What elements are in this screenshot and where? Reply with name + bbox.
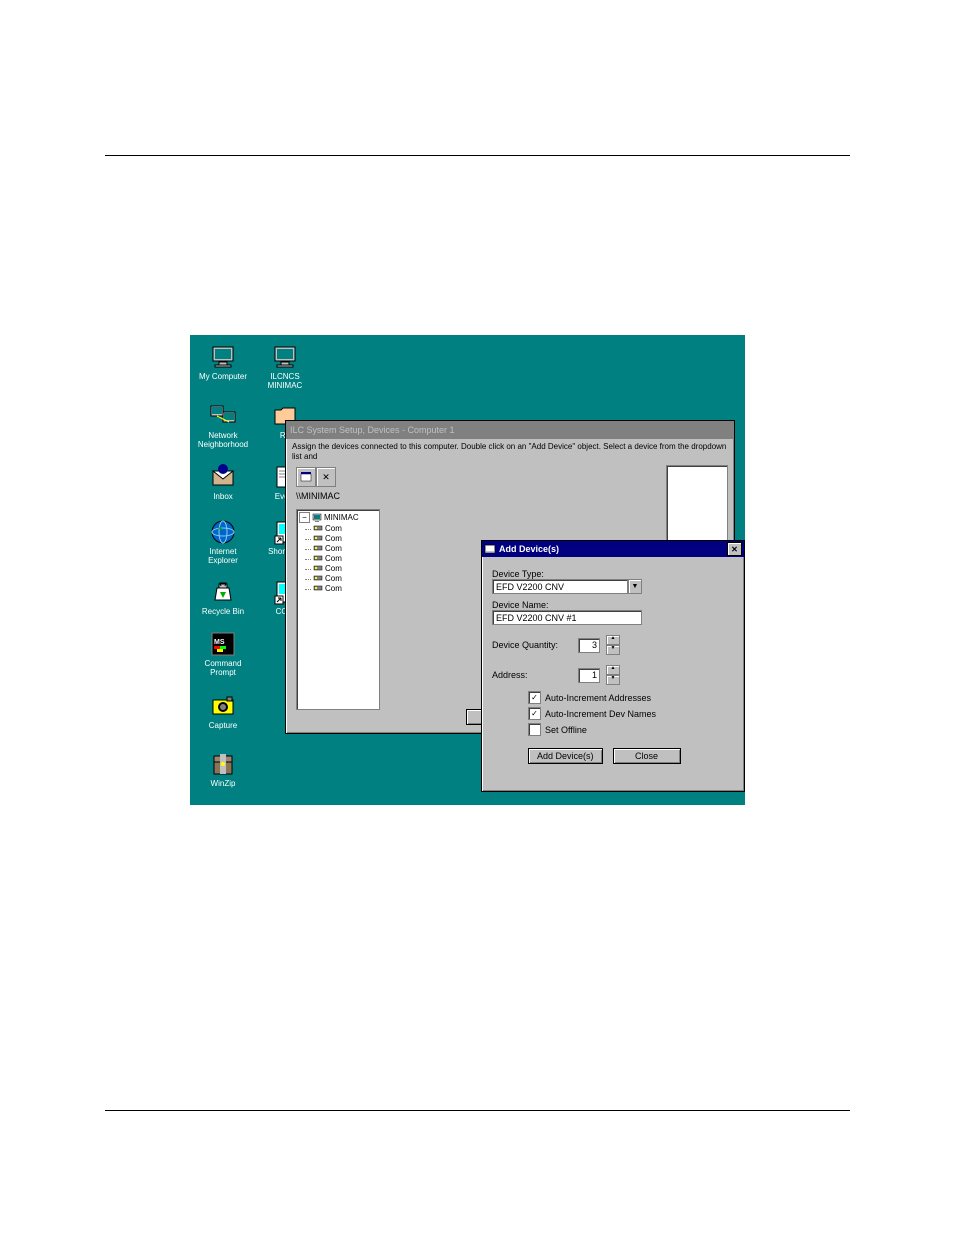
port-icon (313, 573, 323, 583)
svg-text:MS: MS (214, 639, 225, 646)
capture-icon (209, 692, 237, 720)
top-rule (105, 155, 850, 156)
desktop-icon-internet-explorer[interactable]: Internet Explorer (194, 518, 252, 566)
bottom-rule (105, 1110, 850, 1111)
device-type-label: Device Type: (492, 569, 734, 579)
device-name-input[interactable] (492, 610, 642, 625)
auto-inc-names-label: Auto-Increment Dev Names (545, 709, 656, 719)
auto-inc-names-checkbox[interactable]: ✓ (528, 707, 541, 720)
msdos-icon: MS (209, 630, 237, 658)
add-device-button[interactable]: Add Device(s) (528, 748, 603, 764)
icon-label: Capture (194, 722, 252, 731)
icon-label: Recycle Bin (194, 608, 252, 617)
computer-icon (209, 343, 237, 371)
auto-inc-addr-checkbox[interactable]: ✓ (528, 691, 541, 704)
address-label: Address: (492, 670, 572, 680)
setup-window-title: ILC System Setup, Devices - Computer 1 (286, 421, 734, 439)
properties-icon (300, 471, 312, 483)
port-icon (313, 543, 323, 553)
port-icon (313, 563, 323, 573)
port-icon (313, 583, 323, 593)
address-up-button[interactable]: ▲ (606, 665, 620, 675)
desktop-icon-network-neighborhood[interactable]: Network Neighborhood (194, 402, 252, 450)
tree-path: \\MINIMAC (296, 491, 340, 501)
icon-label: ILCNCS MINIMAC (256, 373, 314, 391)
tree-com-port[interactable]: Com (313, 523, 377, 533)
setup-window-title-text: ILC System Setup, Devices - Computer 1 (290, 425, 455, 435)
tree-item-label: Com (325, 554, 342, 563)
port-icon (313, 553, 323, 563)
tree-panel[interactable]: − MINIMAC ComComComComComComCom (296, 509, 380, 710)
winzip-icon (209, 750, 237, 778)
tree-root[interactable]: − MINIMAC (299, 512, 377, 523)
tree-item-label: Com (325, 584, 342, 593)
computer-icon (271, 343, 299, 371)
tree-root-label: MINIMAC (324, 513, 359, 522)
tree-com-port[interactable]: Com (313, 533, 377, 543)
icon-label: Internet Explorer (194, 548, 252, 566)
globe-icon (209, 518, 237, 546)
device-name-label: Device Name: (492, 600, 734, 610)
tree-com-port[interactable]: Com (313, 563, 377, 573)
set-offline-label: Set Offline (545, 725, 587, 735)
inbox-icon (209, 463, 237, 491)
icon-label: WinZip (194, 780, 252, 789)
toolbar: ✕ (296, 467, 336, 487)
dialog-titlebar: Add Device(s) ✕ (482, 541, 744, 557)
setup-instructions: Assign the devices connected to this com… (286, 439, 734, 461)
quantity-up-button[interactable]: ▲ (606, 635, 620, 645)
desktop-icon-ilcncs-minimac[interactable]: ILCNCS MINIMAC (256, 343, 314, 391)
quantity-spinner: ▲ ▼ (606, 635, 620, 655)
icon-label: Inbox (194, 493, 252, 502)
dialog-body: Device Type: ▼ Device Name: Device Quant… (482, 557, 744, 770)
device-quantity-input[interactable] (578, 638, 600, 653)
device-type-combo[interactable]: ▼ (492, 579, 734, 594)
desktop-icon-inbox[interactable]: Inbox (194, 463, 252, 502)
dialog-close-button[interactable]: ✕ (727, 542, 742, 556)
device-quantity-label: Device Quantity: (492, 640, 572, 650)
desktop: My Computer ILCNCS MINIMAC Network Neighbo… (190, 335, 745, 805)
tree-item-label: Com (325, 574, 342, 583)
desktop-icon-capture[interactable]: Capture (194, 692, 252, 731)
dialog-title-text: Add Device(s) (499, 544, 559, 554)
recycle-icon (209, 578, 237, 606)
auto-inc-addr-label: Auto-Increment Addresses (545, 693, 651, 703)
icon-label: My Computer (194, 373, 252, 382)
collapse-icon[interactable]: − (299, 512, 310, 523)
device-type-input[interactable] (492, 579, 628, 594)
port-icon (313, 523, 323, 533)
close-button[interactable]: Close (613, 748, 681, 764)
desktop-icon-recycle-bin[interactable]: Recycle Bin (194, 578, 252, 617)
icon-label: Network Neighborhood (194, 432, 252, 450)
port-icon (313, 533, 323, 543)
chevron-down-icon[interactable]: ▼ (628, 579, 642, 594)
desktop-icon-winzip[interactable]: WinZip (194, 750, 252, 789)
address-spinner: ▲ ▼ (606, 665, 620, 685)
quantity-down-button[interactable]: ▼ (606, 645, 620, 655)
tree-item-label: Com (325, 544, 342, 553)
app-icon (484, 543, 496, 555)
toolbar-properties-button[interactable] (296, 467, 316, 487)
tree-com-port[interactable]: Com (313, 553, 377, 563)
delete-icon: ✕ (322, 472, 330, 483)
icon-label: Command Prompt (194, 660, 252, 678)
tree-com-port[interactable]: Com (313, 573, 377, 583)
tree-item-label: Com (325, 564, 342, 573)
setup-window: ILC System Setup, Devices - Computer 1 A… (285, 420, 735, 734)
network-icon (209, 402, 237, 430)
tree-item-label: Com (325, 534, 342, 543)
set-offline-checkbox[interactable] (528, 723, 541, 736)
address-input[interactable] (578, 668, 600, 683)
tree-com-port[interactable]: Com (313, 583, 377, 593)
tree-com-port[interactable]: Com (313, 543, 377, 553)
computer-icon (312, 513, 322, 523)
desktop-icon-command-prompt[interactable]: MS Command Prompt (194, 630, 252, 678)
address-down-button[interactable]: ▼ (606, 675, 620, 685)
desktop-icon-my-computer[interactable]: My Computer (194, 343, 252, 382)
close-icon: ✕ (731, 545, 738, 554)
add-device-dialog: Add Device(s) ✕ Device Type: ▼ Device Na… (481, 540, 745, 792)
toolbar-delete-button[interactable]: ✕ (316, 467, 336, 487)
tree-item-label: Com (325, 524, 342, 533)
